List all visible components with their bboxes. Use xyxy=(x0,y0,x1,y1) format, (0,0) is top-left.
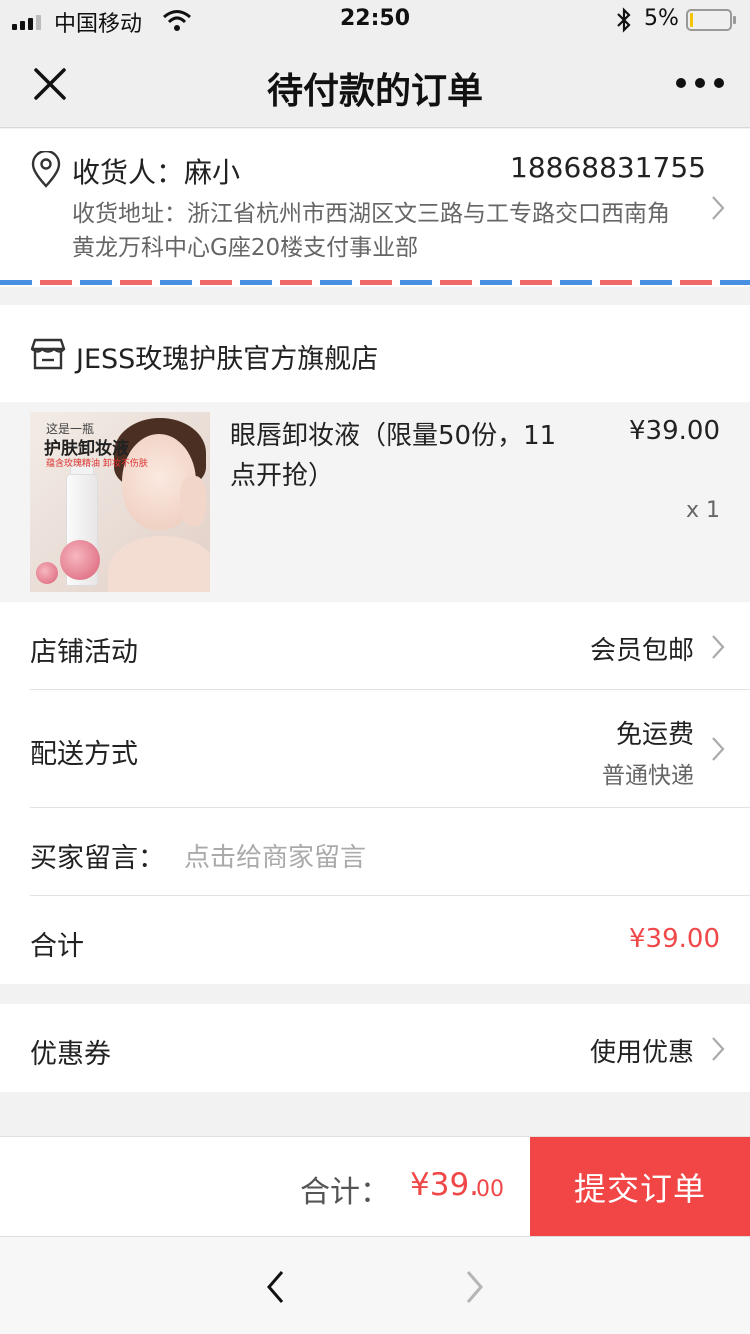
activity-label: 店铺活动 xyxy=(30,637,138,668)
note-label: 买家留言： xyxy=(30,843,165,874)
activity-value: 会员包邮 xyxy=(589,636,694,666)
delivery-row[interactable]: 配送方式 免运费 普通快递 xyxy=(0,690,750,808)
product-price: ¥39.00 xyxy=(629,416,720,446)
chevron-right-icon xyxy=(712,1037,725,1061)
subtotal-label: 合计 xyxy=(30,931,84,962)
back-arrow-icon[interactable] xyxy=(262,1267,290,1307)
bluetooth-icon xyxy=(617,7,631,33)
coupon-row[interactable]: 优惠券 使用优惠 xyxy=(0,1004,750,1092)
battery-percent: 5% xyxy=(644,6,679,31)
address-line: 收货地址：浙江省杭州市西湖区文三路与工专路交口西南角 黄龙万科中心G座20楼支付… xyxy=(72,201,670,261)
more-icon[interactable] xyxy=(676,78,724,90)
status-bar: 中国移动 22:50 5% xyxy=(0,0,750,40)
chevron-right-icon xyxy=(712,737,725,761)
submit-order-button[interactable]: 提交订单 xyxy=(530,1137,750,1237)
browser-toolbar xyxy=(0,1236,750,1334)
product-image: 这是一瓶 护肤卸妆液 蕴含玫瑰精油 卸妆不伤肤 xyxy=(30,412,210,592)
product-title: 眼唇卸妆液（限量50份，11点开抢） xyxy=(230,421,557,491)
location-pin-icon xyxy=(31,151,61,188)
coupon-value: 使用优惠 xyxy=(589,1038,694,1068)
product-item[interactable]: 这是一瓶 护肤卸妆液 蕴含玫瑰精油 卸妆不伤肤 眼唇卸妆液（限量50份，11点开… xyxy=(0,402,750,602)
delivery-value: 免运费 xyxy=(615,720,694,750)
model-shoulder xyxy=(108,536,210,592)
receiver-name: 收货人：麻小 xyxy=(72,156,241,189)
address-card[interactable]: 收货人：麻小 18868831755 收货地址：浙江省杭州市西湖区文三路与工专路… xyxy=(0,129,750,287)
product-quantity: x 1 xyxy=(685,498,720,523)
nav-bar: 待付款的订单 xyxy=(0,40,750,128)
delivery-method: 普通快递 xyxy=(602,763,694,789)
subtotal-value: ¥39.00 xyxy=(629,924,720,954)
coupon-label: 优惠券 xyxy=(30,1039,111,1070)
forward-arrow-icon[interactable] xyxy=(460,1267,488,1307)
buyer-note-row[interactable]: 买家留言： 点击给商家留言 xyxy=(0,808,750,896)
chevron-right-icon xyxy=(712,635,725,659)
subtotal-row: 合计 ¥39.00 xyxy=(0,896,750,984)
page-title: 待付款的订单 xyxy=(266,71,483,112)
note-input[interactable]: 点击给商家留言 xyxy=(184,837,366,874)
shop-header[interactable]: JESS玫瑰护肤官方旗舰店 xyxy=(0,305,750,402)
clock: 22:50 xyxy=(339,6,411,31)
checkout-bar: 合计： ¥39. 00 提交订单 xyxy=(0,1136,750,1237)
chevron-right-icon xyxy=(712,196,725,220)
rose xyxy=(36,562,58,584)
rose xyxy=(60,540,100,580)
shop-icon xyxy=(30,338,66,370)
shop-activity-row[interactable]: 店铺活动 会员包邮 xyxy=(0,602,750,690)
image-text: 蕴含玫瑰精油 卸妆不伤肤 xyxy=(46,459,148,469)
total-amount: ¥39. xyxy=(410,1167,480,1203)
battery-icon xyxy=(686,9,736,31)
shop-name: JESS玫瑰护肤官方旗舰店 xyxy=(76,344,379,375)
delivery-label: 配送方式 xyxy=(30,739,138,770)
total-cents: 00 xyxy=(476,1177,504,1202)
model-hand xyxy=(180,476,206,526)
total-label: 合计： xyxy=(300,1175,390,1210)
receiver-phone: 18868831755 xyxy=(510,151,706,184)
envelope-stripe xyxy=(0,280,750,285)
